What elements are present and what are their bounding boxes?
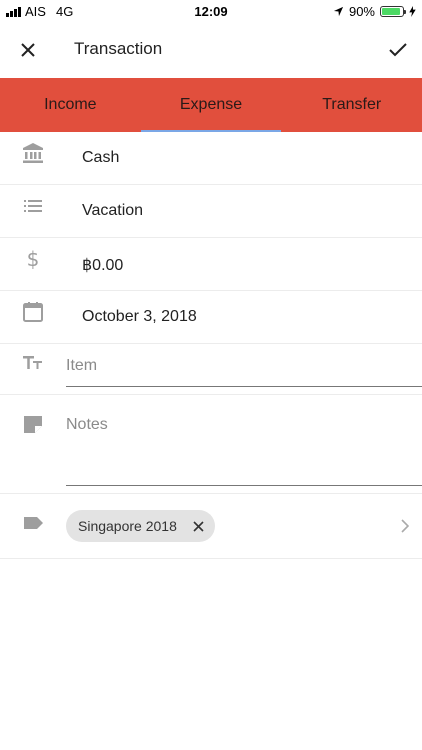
type-tabs: Income Expense Transfer xyxy=(0,78,422,132)
item-input[interactable]: Item xyxy=(66,357,97,375)
category-value: Vacation xyxy=(82,202,144,219)
close-icon xyxy=(21,43,35,57)
notes-input[interactable]: Notes xyxy=(66,416,108,434)
close-button[interactable] xyxy=(14,36,42,64)
tab-expense[interactable]: Expense xyxy=(140,78,282,132)
close-icon xyxy=(193,520,204,532)
save-button[interactable] xyxy=(384,36,412,64)
battery-percent: 90% xyxy=(348,4,375,19)
label-icon xyxy=(22,512,44,534)
tag-chip-label: Singapore 2018 xyxy=(78,518,177,534)
dollar-icon: $ xyxy=(22,248,44,270)
account-value: Cash xyxy=(82,149,120,166)
status-right: 90% xyxy=(333,4,416,19)
amount-row[interactable]: $ ฿0.00 xyxy=(0,238,422,291)
list-icon xyxy=(22,195,44,217)
tab-transfer[interactable]: Transfer xyxy=(281,78,422,132)
battery-level xyxy=(382,8,400,15)
svg-text:$: $ xyxy=(27,248,40,270)
notes-row: Notes xyxy=(0,395,422,494)
category-row[interactable]: Vacation xyxy=(0,185,422,238)
amount-value: ฿0.00 xyxy=(82,257,124,274)
calendar-icon xyxy=(22,301,44,323)
charging-bolt-icon xyxy=(409,6,416,17)
chevron-right-icon[interactable] xyxy=(398,518,412,534)
item-underline xyxy=(66,386,422,387)
battery-icon xyxy=(380,6,406,17)
note-icon xyxy=(22,413,44,435)
notes-underline xyxy=(66,485,422,486)
item-row: Item xyxy=(0,344,422,395)
text-format-icon xyxy=(22,352,44,374)
date-value: October 3, 2018 xyxy=(82,308,197,325)
location-arrow-icon xyxy=(333,6,344,17)
bank-icon xyxy=(22,142,44,164)
app-bar: Transaction xyxy=(0,22,422,78)
page-title: Transaction xyxy=(74,39,163,58)
status-bar: AIS 4G 12:09 90% xyxy=(0,0,422,22)
date-row[interactable]: October 3, 2018 xyxy=(0,291,422,344)
tab-income[interactable]: Income xyxy=(0,78,141,132)
remove-tag-button[interactable] xyxy=(191,518,207,534)
account-row[interactable]: Cash xyxy=(0,132,422,185)
tag-chip[interactable]: Singapore 2018 xyxy=(66,510,215,542)
check-icon xyxy=(389,43,407,57)
